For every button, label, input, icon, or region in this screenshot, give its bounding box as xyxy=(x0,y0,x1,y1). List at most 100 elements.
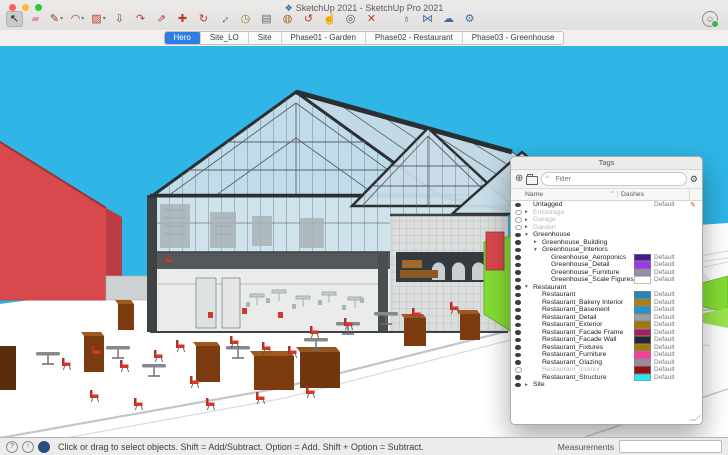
add-tag-button[interactable]: ⊕ xyxy=(515,174,523,184)
tag-row[interactable]: Greenhouse_Furniture Default xyxy=(511,268,702,276)
scene-tab-phase03-greenhouse[interactable]: Phase03 - Greenhouse xyxy=(463,32,564,44)
eye-visible-icon[interactable] xyxy=(515,330,525,335)
eye-visible-icon[interactable] xyxy=(515,300,525,305)
add-location-tool[interactable]: ♁ xyxy=(398,11,415,27)
tag-row[interactable]: Restaurant_Fixtures Default xyxy=(511,343,702,351)
account-icon[interactable]: ☺ xyxy=(702,11,719,28)
shapes-dropdown-icon[interactable]: ▾ xyxy=(103,11,106,27)
tag-row[interactable]: Restaurant_Basement Default xyxy=(511,306,702,314)
move-tool[interactable]: ✚ xyxy=(174,11,191,27)
arc-dropdown-icon[interactable]: ▾ xyxy=(81,11,84,27)
tag-row[interactable]: ▸ Garden xyxy=(511,224,702,232)
folder-collapse-icon[interactable]: ▾ xyxy=(525,232,533,238)
shapes-tool[interactable]: ▨ ▾ xyxy=(90,11,107,27)
dashes-value[interactable]: Default xyxy=(654,359,690,366)
orbit-tool[interactable]: ↺ xyxy=(300,11,317,27)
tag-row[interactable]: ▸ Greenhouse_Building xyxy=(511,239,702,247)
tag-row[interactable]: Restaurant_Structure Default xyxy=(511,373,702,381)
tag-color-swatch[interactable] xyxy=(634,276,651,284)
tag-row[interactable]: ▾ Restaurant xyxy=(511,284,702,292)
line-dropdown-icon[interactable]: ▾ xyxy=(60,11,63,27)
eye-visible-icon[interactable] xyxy=(515,307,525,312)
eye-visible-icon[interactable] xyxy=(515,337,525,342)
eye-visible-icon[interactable] xyxy=(515,382,525,387)
measurements-input[interactable] xyxy=(619,440,722,453)
tag-filter-input[interactable] xyxy=(541,172,687,186)
dashes-value[interactable]: Default xyxy=(654,314,690,321)
panel-resize-handle[interactable] xyxy=(689,414,702,421)
add-tag-folder-button[interactable] xyxy=(526,173,539,185)
tag-row[interactable]: Restaurant_Detail Default xyxy=(511,313,702,321)
eye-visible-icon[interactable] xyxy=(515,232,525,237)
paint-bucket-tool[interactable]: ◍ xyxy=(279,11,296,27)
line-tool[interactable]: ✎ ▾ xyxy=(48,11,65,27)
tag-color-swatch[interactable] xyxy=(634,313,651,321)
zoom-tool[interactable]: ◎ xyxy=(342,11,359,27)
eye-visible-icon[interactable] xyxy=(515,255,525,260)
dashes-value[interactable]: Default xyxy=(654,299,690,306)
edit-pencil-icon[interactable]: ✎ xyxy=(690,201,702,209)
share-model-tool[interactable]: ☁ xyxy=(440,11,457,27)
tag-color-swatch[interactable] xyxy=(634,358,651,366)
dashes-value[interactable]: Default xyxy=(654,329,690,336)
dashes-value[interactable]: Default xyxy=(654,261,690,268)
tag-row[interactable]: Restaurant_Facade Wall Default xyxy=(511,336,702,344)
tag-row[interactable]: ▸ Site xyxy=(511,381,702,389)
tags-details-icon[interactable]: ⚙ xyxy=(690,174,698,184)
tag-color-swatch[interactable] xyxy=(634,373,651,381)
tag-color-swatch[interactable] xyxy=(634,351,651,359)
push-pull-tool[interactable]: ⇩ xyxy=(111,11,128,27)
eye-visible-icon[interactable] xyxy=(515,375,525,380)
pan-tool[interactable]: ☝ xyxy=(321,11,338,27)
tag-row[interactable]: Restaurant_Glazing Default xyxy=(511,358,702,366)
dashes-value[interactable]: Default xyxy=(654,269,690,276)
tag-color-swatch[interactable] xyxy=(634,253,651,261)
tag-color-swatch[interactable] xyxy=(634,343,651,351)
follow-me-tool[interactable]: ↷ xyxy=(132,11,149,27)
tag-color-swatch[interactable] xyxy=(634,291,651,299)
tag-color-swatch[interactable] xyxy=(634,328,651,336)
3d-warehouse-tool[interactable]: ⋈ xyxy=(419,11,436,27)
text-tool[interactable]: ▤ xyxy=(258,11,275,27)
app-badge-icon[interactable] xyxy=(38,440,50,453)
tag-row[interactable]: ▸ Garage xyxy=(511,216,702,224)
scene-tab-phase01-garden[interactable]: Phase01 - Garden xyxy=(282,32,366,44)
tag-row[interactable]: Greenhouse_Aeroponics Default xyxy=(511,253,702,261)
tag-row[interactable]: Restaurant_Interior Default xyxy=(511,366,702,374)
tag-row[interactable]: Restaurant_Bakery Interior Default xyxy=(511,298,702,306)
select-tool[interactable]: ↖ xyxy=(6,11,23,27)
tag-row[interactable]: Untagged Default ✎ xyxy=(511,201,702,209)
dashes-column-header[interactable]: Dashes xyxy=(617,191,689,198)
eye-hidden-icon[interactable] xyxy=(515,217,525,223)
folder-expand-icon[interactable]: ▸ xyxy=(525,217,533,223)
scene-tab-hero[interactable]: Hero xyxy=(164,32,201,44)
extension-warehouse-tool[interactable]: ⚙ xyxy=(461,11,478,27)
dashes-value[interactable]: Default xyxy=(654,201,690,208)
tag-color-swatch[interactable] xyxy=(634,261,651,269)
tag-color-swatch[interactable] xyxy=(634,366,651,374)
dashes-value[interactable]: Default xyxy=(654,306,690,313)
eye-visible-icon[interactable] xyxy=(515,285,525,290)
help-circle-icon[interactable]: ? xyxy=(6,440,18,453)
scene-tab-site-lo[interactable]: Site_LO xyxy=(201,32,249,44)
eye-visible-icon[interactable] xyxy=(515,240,525,245)
arc-tool[interactable]: ◠ ▾ xyxy=(69,11,86,27)
eye-hidden-icon[interactable] xyxy=(515,224,525,230)
tag-color-swatch[interactable] xyxy=(634,306,651,314)
tag-color-swatch[interactable] xyxy=(634,268,651,276)
eye-visible-icon[interactable] xyxy=(515,292,525,297)
dashes-value[interactable]: Default xyxy=(654,276,690,283)
eye-visible-icon[interactable] xyxy=(515,262,525,267)
name-column-header[interactable]: Name ^ xyxy=(525,191,617,198)
scene-tab-phase02-restaurant[interactable]: Phase02 - Restaurant xyxy=(366,32,463,44)
tag-row[interactable]: Restaurant_Facade Frame Default xyxy=(511,328,702,336)
dashes-value[interactable]: Default xyxy=(654,336,690,343)
rotate-tool[interactable]: ↻ xyxy=(195,11,212,27)
eye-hidden-icon[interactable] xyxy=(515,209,525,215)
folder-expand-icon[interactable]: ▸ xyxy=(534,239,542,245)
tag-row[interactable]: Restaurant_Furniture Default xyxy=(511,351,702,359)
tag-color-swatch[interactable] xyxy=(634,298,651,306)
eye-visible-icon[interactable] xyxy=(515,202,525,207)
eye-visible-icon[interactable] xyxy=(515,247,525,252)
folder-expand-icon[interactable]: ▸ xyxy=(525,382,533,388)
